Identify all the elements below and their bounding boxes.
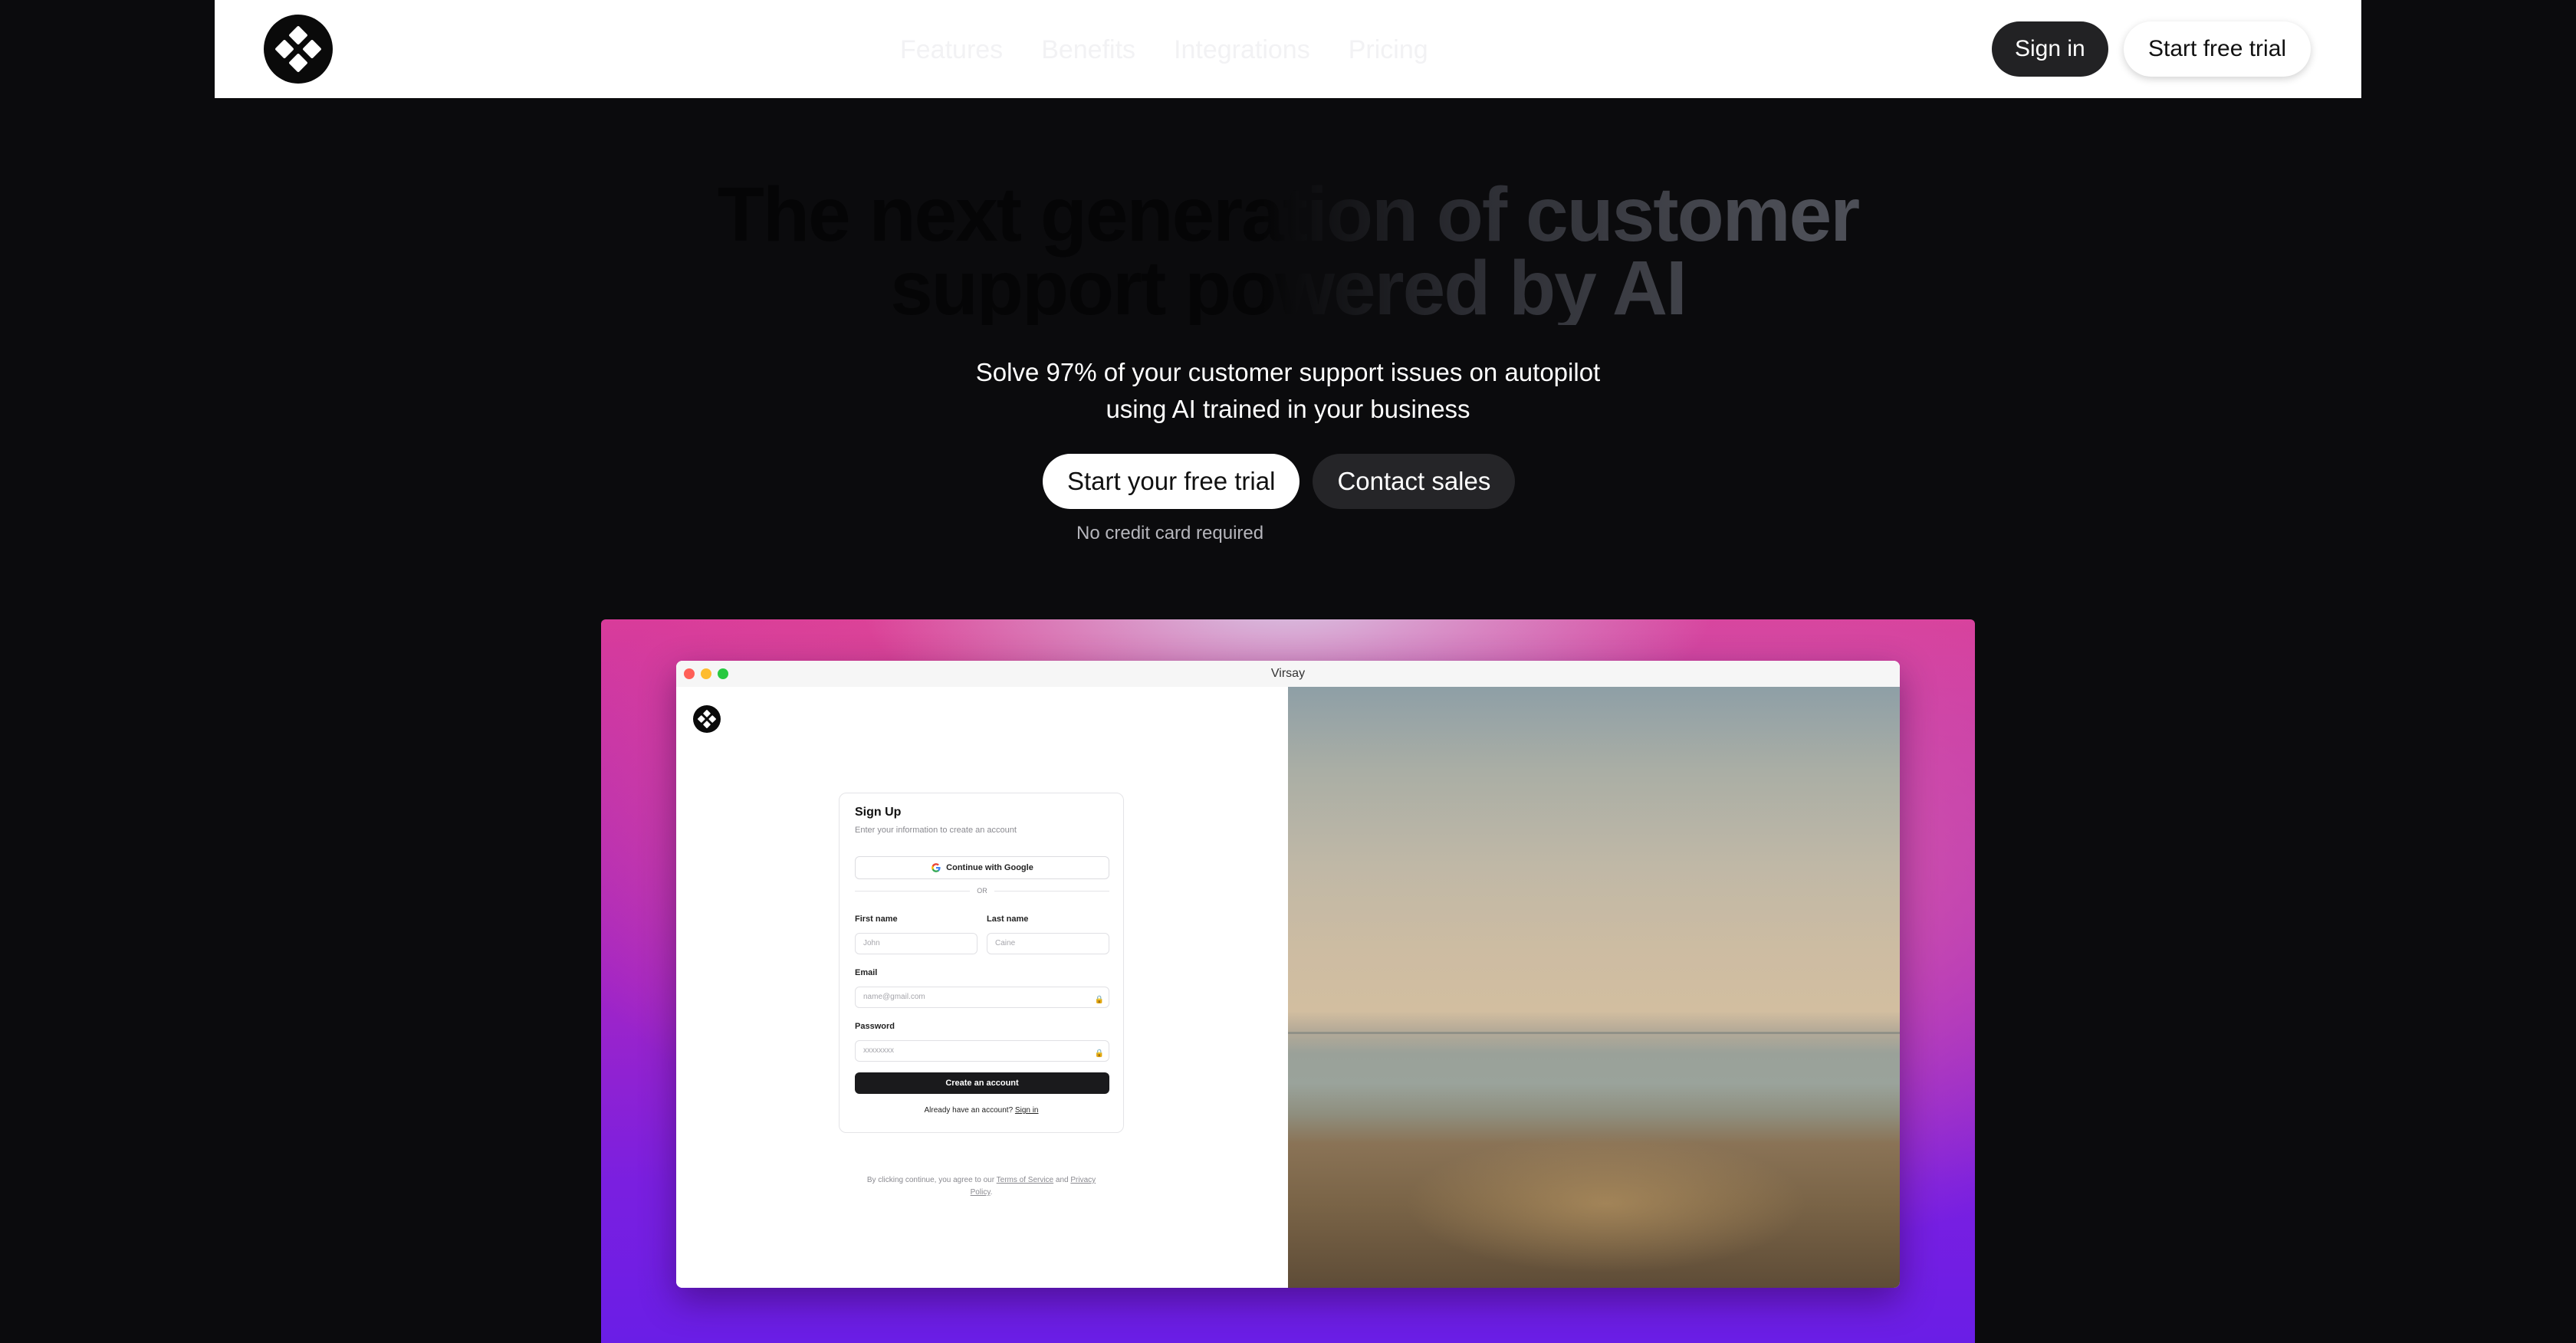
lock-icon: 🔒 <box>1094 996 1104 1004</box>
hero-subtitle-line-1: Solve 97% of your customer support issue… <box>975 358 1601 386</box>
start-free-trial-button[interactable]: Start free trial <box>2124 21 2312 77</box>
hero-headline: The next generation of customer support … <box>0 178 2576 325</box>
terms-of-service-link[interactable]: Terms of Service <box>997 1176 1053 1184</box>
create-account-button[interactable]: Create an account <box>855 1072 1109 1094</box>
brand-logo-icon <box>693 705 721 733</box>
or-label: OR <box>977 887 987 895</box>
google-icon <box>932 863 941 872</box>
password-label: Password <box>855 1022 895 1031</box>
hero-subtitle-line-2: using AI trained in your business <box>1106 395 1470 423</box>
email-field[interactable]: name@gmail.com 🔒 <box>855 987 1109 1008</box>
lock-icon: 🔒 <box>1094 1049 1104 1058</box>
sign-in-button[interactable]: Sign in <box>1992 21 2108 77</box>
hero-headline-line-2: support powered by AI <box>890 245 1686 331</box>
have-account-text: Already have an account? Sign in <box>840 1106 1123 1115</box>
nav-links: Features Benefits Integrations Pricing <box>900 31 1428 69</box>
or-divider: OR <box>855 885 1109 896</box>
signup-card: Sign Up Enter your information to create… <box>839 793 1124 1133</box>
signup-description: Enter your information to create an acco… <box>855 826 1017 835</box>
brand-logo-icon[interactable] <box>264 15 333 84</box>
password-placeholder: xxxxxxxx <box>863 1046 894 1055</box>
email-placeholder: name@gmail.com <box>863 993 925 1001</box>
signup-title: Sign Up <box>855 806 902 819</box>
horizon-line <box>1288 1032 1900 1034</box>
nav-link-features[interactable]: Features <box>900 31 1003 69</box>
product-showcase: Virsay Sign Up Enter your information to… <box>601 619 1975 1343</box>
last-name-field[interactable]: Caine <box>987 933 1109 954</box>
hero-subtitle: Solve 97% of your customer support issue… <box>0 354 2576 428</box>
contact-sales-button[interactable]: Contact sales <box>1313 454 1516 509</box>
start-your-free-trial-button[interactable]: Start your free trial <box>1043 454 1300 509</box>
no-credit-card-note: No credit card required <box>1076 523 1264 543</box>
email-label: Email <box>855 968 878 977</box>
nav-link-benefits[interactable]: Benefits <box>1041 31 1135 69</box>
terms-suffix: . <box>990 1188 993 1197</box>
have-account-label: Already have an account? <box>924 1106 1014 1115</box>
hero-cta-row: Start your free trial Contact sales <box>1043 454 1516 509</box>
google-button-label: Continue with Google <box>946 863 1033 872</box>
terms-prefix: By clicking continue, you agree to our <box>866 1176 995 1184</box>
first-name-field[interactable]: John <box>855 933 978 954</box>
app-window: Virsay Sign Up Enter your information to… <box>676 661 1900 1288</box>
nav-link-pricing[interactable]: Pricing <box>1349 31 1428 69</box>
password-field[interactable]: xxxxxxxx 🔒 <box>855 1040 1109 1062</box>
continue-with-google-button[interactable]: Continue with Google <box>855 856 1109 879</box>
top-navbar: Features Benefits Integrations Pricing S… <box>215 0 2361 98</box>
terms-notice: By clicking continue, you agree to our T… <box>860 1174 1102 1199</box>
window-title: Virsay <box>1270 667 1306 680</box>
last-name-label: Last name <box>987 914 1029 924</box>
sign-in-link[interactable]: Sign in <box>1015 1106 1039 1115</box>
signup-pane: Sign Up Enter your information to create… <box>676 687 1288 1288</box>
terms-and: and <box>1055 1176 1069 1184</box>
landscape-painting-image <box>1288 687 1900 1288</box>
window-titlebar: Virsay <box>676 661 1900 688</box>
first-name-label: First name <box>855 914 898 924</box>
hero-headline-line-1: The next generation of customer <box>717 172 1859 258</box>
nav-link-integrations[interactable]: Integrations <box>1174 31 1310 69</box>
